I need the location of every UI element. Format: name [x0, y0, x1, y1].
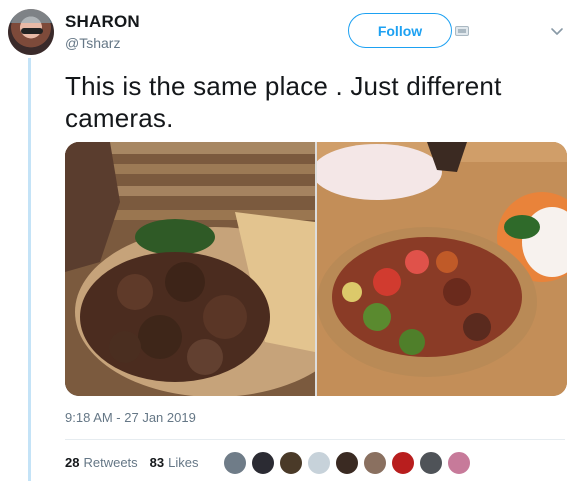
- avatar-glasses: [21, 28, 43, 34]
- liker-avatar[interactable]: [335, 451, 359, 475]
- retweets-stat[interactable]: 28 Retweets: [65, 455, 138, 470]
- retweets-label: Retweets: [83, 455, 138, 470]
- chevron-down-icon[interactable]: [549, 23, 565, 39]
- food-photo-left[interactable]: [65, 142, 315, 396]
- display-name[interactable]: SHARON: [65, 12, 140, 32]
- liker-avatar[interactable]: [391, 451, 415, 475]
- user-handle[interactable]: @Tsharz: [65, 35, 120, 51]
- thread-line: [28, 58, 31, 481]
- liker-avatar[interactable]: [251, 451, 275, 475]
- likes-label: Likes: [168, 455, 199, 470]
- liker-avatar[interactable]: [447, 451, 471, 475]
- avatar[interactable]: [8, 9, 54, 55]
- tweet-media[interactable]: [65, 142, 567, 396]
- liker-avatar[interactable]: [223, 451, 247, 475]
- card-icon: [455, 26, 469, 36]
- liker-avatar[interactable]: [419, 451, 443, 475]
- follow-button[interactable]: Follow: [348, 13, 452, 48]
- tweet-text: This is the same place . Just different …: [65, 71, 502, 133]
- liker-avatar[interactable]: [279, 451, 303, 475]
- food-photo-right[interactable]: [317, 142, 567, 396]
- avatar-background: [8, 9, 54, 23]
- likers-avatars: [223, 451, 471, 475]
- likes-count: 83: [149, 455, 165, 470]
- divider: [65, 439, 565, 440]
- liker-avatar[interactable]: [307, 451, 331, 475]
- tweet-stats: 28 Retweets 83 Likes: [65, 455, 199, 470]
- tweet-timestamp[interactable]: 9:18 AM - 27 Jan 2019: [65, 410, 196, 425]
- likes-stat[interactable]: 83 Likes: [150, 455, 199, 470]
- liker-avatar[interactable]: [363, 451, 387, 475]
- retweets-count: 28: [65, 455, 80, 470]
